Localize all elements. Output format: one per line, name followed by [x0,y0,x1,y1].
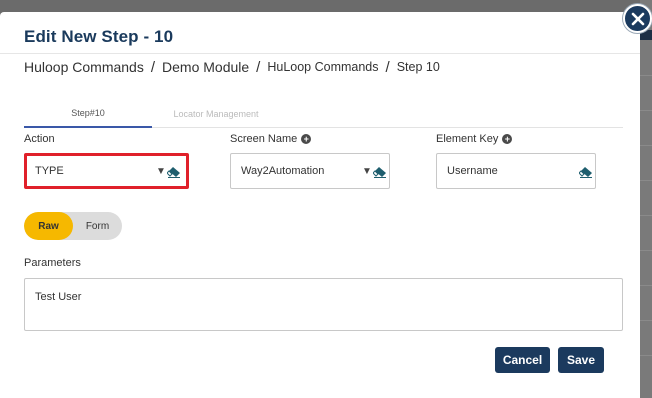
modal-header-divider [0,53,640,54]
modal-title: Edit New Step - 10 [24,27,174,46]
screen-name-label-text: Screen Name [230,133,298,145]
tab-locator-management[interactable]: Locator Management [152,100,280,128]
mode-toggle: Raw Form [24,212,122,240]
breadcrumb-item-huloop-commands-sub[interactable]: HuLoop Commands [267,60,378,74]
eraser-icon[interactable] [579,166,593,178]
breadcrumb-item-current-step: Step 10 [396,60,440,74]
mode-toggle-form[interactable]: Form [73,212,122,240]
mode-toggle-raw[interactable]: Raw [24,212,73,240]
element-key-input[interactable]: Username [436,153,596,189]
parameters-label: Parameters [24,257,81,269]
breadcrumb-item-huloop-commands[interactable]: Huloop Commands [24,59,144,75]
screen-name-select-value: Way2Automation [241,165,325,177]
action-label: Action [24,133,55,145]
breadcrumb-separator: / [256,58,261,76]
parameters-textarea[interactable]: Test User [24,278,623,331]
eraser-icon[interactable] [167,166,181,178]
edit-step-modal: Edit New Step - 10 Huloop Commands / Dem… [0,12,640,398]
eraser-icon[interactable] [373,166,387,178]
action-label-text: Action [24,133,55,145]
element-key-label: Element Key + [436,133,513,145]
action-select-value: TYPE [35,165,64,177]
breadcrumb-separator: / [150,58,156,76]
backdrop [640,0,652,398]
element-key-input-value: Username [447,165,498,177]
action-select[interactable]: TYPE ▼ [24,153,189,189]
breadcrumb-item-demo-module[interactable]: Demo Module [162,59,249,75]
add-screen-name-icon[interactable]: + [301,134,312,144]
breadcrumb-separator: / [385,58,390,76]
caret-down-icon[interactable]: ▼ [156,166,166,177]
cancel-button[interactable]: Cancel [495,347,550,373]
caret-down-icon[interactable]: ▼ [362,166,372,177]
add-element-key-icon[interactable]: + [502,134,513,144]
element-key-label-text: Element Key [436,133,499,145]
tab-step[interactable]: Step#10 [24,100,152,128]
screen-name-label: Screen Name + [230,133,312,145]
save-button[interactable]: Save [558,347,604,373]
screen-name-select[interactable]: Way2Automation ▼ [230,153,390,189]
close-button[interactable] [623,4,652,33]
close-icon [631,12,644,25]
breadcrumb: Huloop Commands / Demo Module / HuLoop C… [24,58,440,76]
tab-bar: Step#10 Locator Management [24,100,623,128]
